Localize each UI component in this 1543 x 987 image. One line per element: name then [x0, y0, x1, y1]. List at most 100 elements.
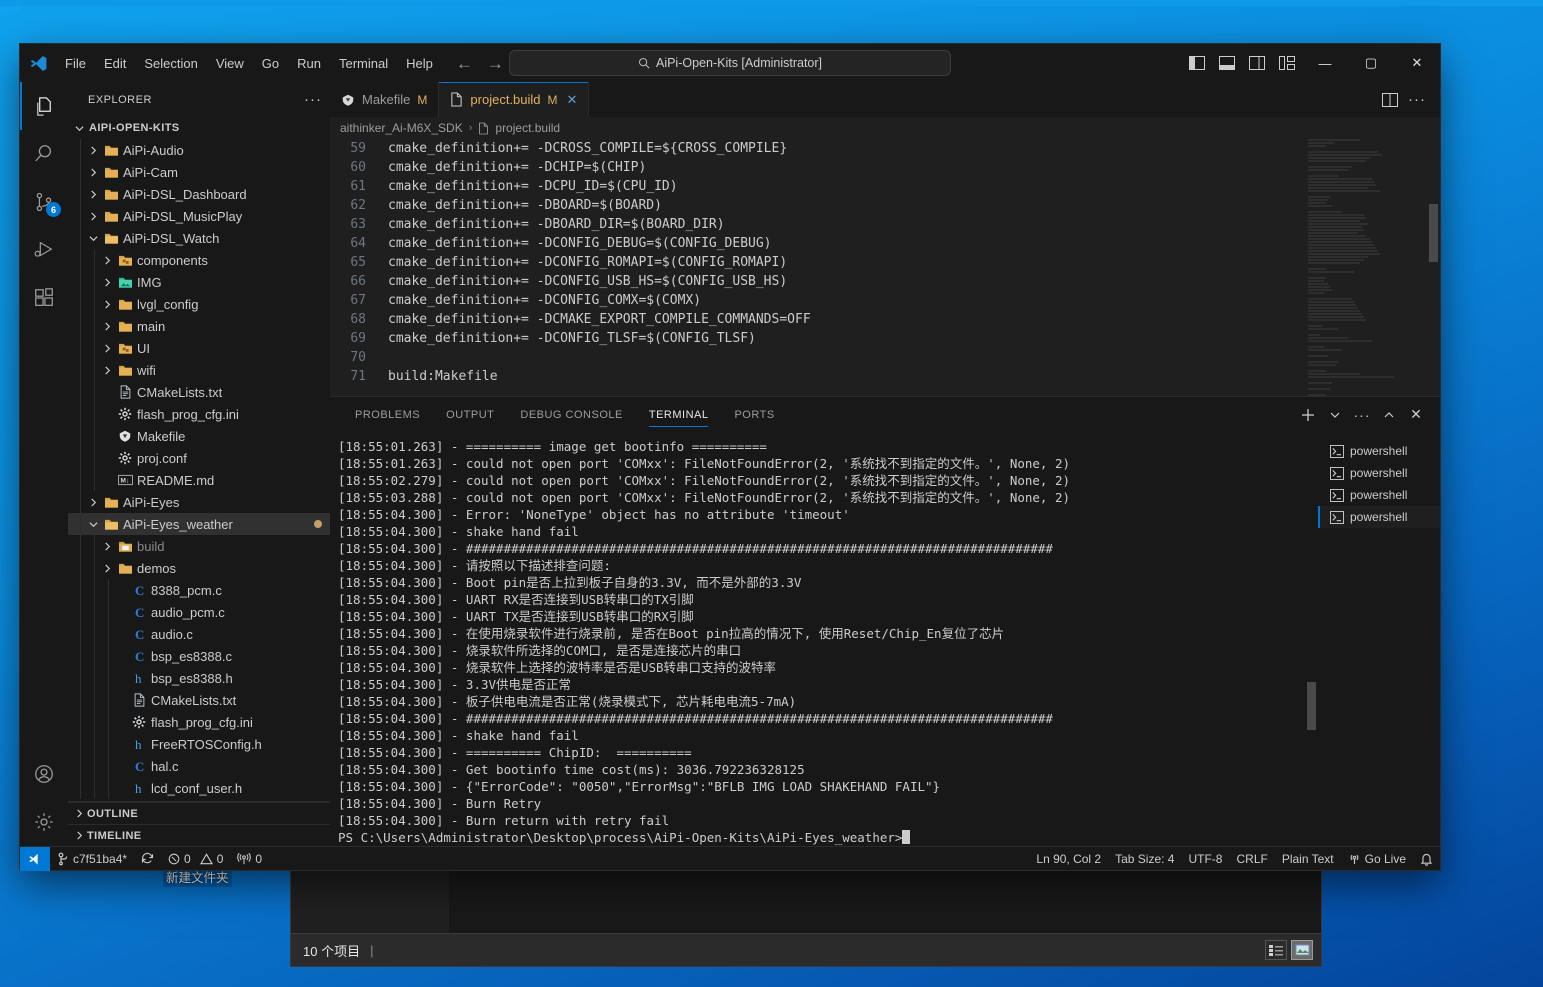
arrow-right-icon[interactable]: → [487, 55, 504, 72]
tree-folder-item[interactable]: main [68, 315, 330, 337]
tree-file-item[interactable]: CMakeLists.txt [68, 381, 330, 403]
tree-file-item[interactable]: h bsp_es8388.h [68, 667, 330, 689]
tree-folder-item[interactable]: AiPi-Audio [68, 139, 330, 161]
scrollbar-thumb[interactable] [1429, 204, 1438, 262]
window-minimize-button[interactable]: — [1302, 44, 1348, 82]
status-go-live[interactable]: Go Live [1341, 847, 1413, 871]
status-ports[interactable]: 0 [230, 847, 269, 871]
chevron-right-icon[interactable] [100, 255, 115, 265]
command-center[interactable]: AiPi-Open-Kits [Administrator] [509, 50, 951, 76]
code-lines[interactable]: 59 cmake_definition+= -DCROSS_COMPILE=${C… [330, 139, 1440, 386]
tree-file-item[interactable]: flash_prog_cfg.ini [68, 711, 330, 733]
tree-file-item[interactable]: Chal.c [68, 755, 330, 777]
arrow-left-icon[interactable]: ← [456, 55, 473, 72]
tree-folder-item[interactable]: build [68, 535, 330, 557]
terminal-list-item[interactable]: powershell [1318, 506, 1440, 528]
code-line[interactable]: 71 build:Makefile [330, 367, 1440, 386]
code-line[interactable]: 65 cmake_definition+= -DCONFIG_ROMAPI=$(C… [330, 253, 1440, 272]
chevron-right-icon[interactable] [86, 189, 101, 199]
status-cursor-position[interactable]: Ln 90, Col 2 [1029, 847, 1108, 871]
code-line[interactable]: 70 [330, 348, 1440, 367]
panel-tab-ports[interactable]: PORTS [721, 397, 787, 432]
tree-folder-item[interactable]: components [68, 249, 330, 271]
activitybar-item-run-and-debug[interactable] [20, 226, 68, 274]
sidebar-section-outline[interactable]: OUTLINE [68, 802, 330, 824]
code-line[interactable]: 62 cmake_definition+= -DBOARD=$(BOARD) [330, 196, 1440, 215]
menu-selection[interactable]: Selection [135, 53, 206, 74]
file-tree-root[interactable]: AIPI-OPEN-KITS [68, 117, 330, 139]
chevron-right-icon[interactable] [86, 145, 101, 155]
chevron-right-icon[interactable] [100, 321, 115, 331]
panel-tab-terminal[interactable]: TERMINAL [636, 397, 722, 432]
status-branch[interactable]: c7f51ba4* [50, 847, 134, 871]
close-icon[interactable]: ✕ [567, 92, 578, 108]
tree-folder-item[interactable]: UI [68, 337, 330, 359]
tree-file-item[interactable]: C 8388_pcm.c [68, 579, 330, 601]
editor-tab-project-build[interactable]: project.build M ✕ [439, 82, 590, 117]
chevron-right-icon[interactable] [86, 497, 101, 507]
activitybar-item-search[interactable] [20, 130, 68, 178]
code-line[interactable]: 66 cmake_definition+= -DCONFIG_USB_HS=$(C… [330, 272, 1440, 291]
tree-folder-item[interactable]: lvgl_config [68, 293, 330, 315]
editor-vertical-scrollbar[interactable] [1426, 139, 1440, 396]
menu-help[interactable]: Help [397, 53, 442, 74]
breadcrumb-item-folder[interactable]: aithinker_Ai-M6X_SDK [340, 121, 463, 135]
terminal-output[interactable]: [18:55:01.263] - ========== image get bo… [330, 432, 1318, 846]
menu-view[interactable]: View [207, 53, 253, 74]
tree-file-item[interactable]: Cbsp_es8388.c [68, 645, 330, 667]
activitybar-item-source-control[interactable]: 6 [20, 178, 68, 226]
code-line[interactable]: 59 cmake_definition+= -DCROSS_COMPILE=${C… [330, 139, 1440, 158]
tree-file-item[interactable]: h FreeRTOSConfig.h [68, 733, 330, 755]
terminal-list-item[interactable]: powershell [1318, 440, 1440, 462]
tree-folder-item[interactable]: AiPi-DSL_MusicPlay [68, 205, 330, 227]
breadcrumb[interactable]: aithinker_Ai-M6X_SDK › project.build [330, 117, 1440, 139]
split-editor-icon[interactable] [1382, 92, 1398, 107]
tree-folder-item[interactable]: AiPi-Cam [68, 161, 330, 183]
chevron-down-icon[interactable] [72, 124, 87, 133]
activitybar-item-settings[interactable] [20, 798, 68, 846]
chevron-right-icon[interactable] [100, 343, 115, 353]
tree-file-item[interactable]: Caudio.c [68, 623, 330, 645]
more-actions-icon[interactable]: ··· [1350, 403, 1374, 427]
sidebar-more-actions-icon[interactable]: ··· [304, 91, 322, 108]
tree-folder-item[interactable]: demos [68, 557, 330, 579]
maximize-panel-icon[interactable] [1377, 403, 1401, 427]
close-panel-icon[interactable]: ✕ [1404, 403, 1428, 427]
file-tree[interactable]: AIPI-OPEN-KITS AiPi-Audio AiPi-Cam AiPi-DSL… [68, 117, 330, 801]
chevron-right-icon[interactable] [100, 563, 115, 573]
terminal-instance-list[interactable]: powershell powershell powershell powershell [1318, 432, 1440, 846]
menu-go[interactable]: Go [253, 53, 288, 74]
menu-file[interactable]: File [56, 53, 95, 74]
tree-file-item[interactable]: M↓ README.md [68, 469, 330, 491]
editor-tab-makefile[interactable]: Makefile M [330, 82, 440, 117]
toggle-secondary-sidebar-icon[interactable] [1242, 47, 1272, 79]
tree-folder-item[interactable]: AiPi-Eyes_weather [68, 513, 330, 535]
window-close-button[interactable]: ✕ [1394, 44, 1440, 82]
more-actions-icon[interactable]: ··· [1408, 91, 1426, 108]
chevron-right-icon[interactable] [100, 365, 115, 375]
tree-folder-item[interactable]: IMG [68, 271, 330, 293]
chevron-right-icon[interactable] [100, 541, 115, 551]
terminal-list-item[interactable]: powershell [1318, 484, 1440, 506]
code-line[interactable]: 60 cmake_definition+= -DCHIP=$(CHIP) [330, 158, 1440, 177]
sidebar-section-timeline[interactable]: TIMELINE [68, 824, 330, 846]
status-tab-size[interactable]: Tab Size: 4 [1108, 847, 1181, 871]
code-line[interactable]: 69 cmake_definition+= -DCONFIG_TLSF=$(CON… [330, 329, 1440, 348]
chevron-down-icon[interactable] [86, 234, 101, 243]
tree-file-item[interactable]: Caudio_pcm.c [68, 601, 330, 623]
menu-terminal[interactable]: Terminal [330, 53, 397, 74]
activitybar-item-extensions[interactable] [20, 274, 68, 322]
customize-layout-icon[interactable] [1272, 47, 1302, 79]
breadcrumb-item-file[interactable]: project.build [495, 121, 560, 135]
chevron-right-icon[interactable] [86, 167, 101, 177]
code-line[interactable]: 68 cmake_definition+= -DCMAKE_EXPORT_COMP… [330, 310, 1440, 329]
chevron-right-icon[interactable] [86, 211, 101, 221]
menu-run[interactable]: Run [288, 53, 330, 74]
tree-file-item[interactable]: CMakeLists.txt [68, 689, 330, 711]
tree-folder-item[interactable]: AiPi-Eyes [68, 491, 330, 513]
explorer-large-icons-view-button[interactable] [1291, 940, 1313, 960]
chevron-down-icon[interactable] [1323, 403, 1347, 427]
menu-edit[interactable]: Edit [95, 53, 135, 74]
code-line[interactable]: 63 cmake_definition+= -DBOARD_DIR=$(BOARD… [330, 215, 1440, 234]
status-encoding[interactable]: UTF-8 [1181, 847, 1229, 871]
